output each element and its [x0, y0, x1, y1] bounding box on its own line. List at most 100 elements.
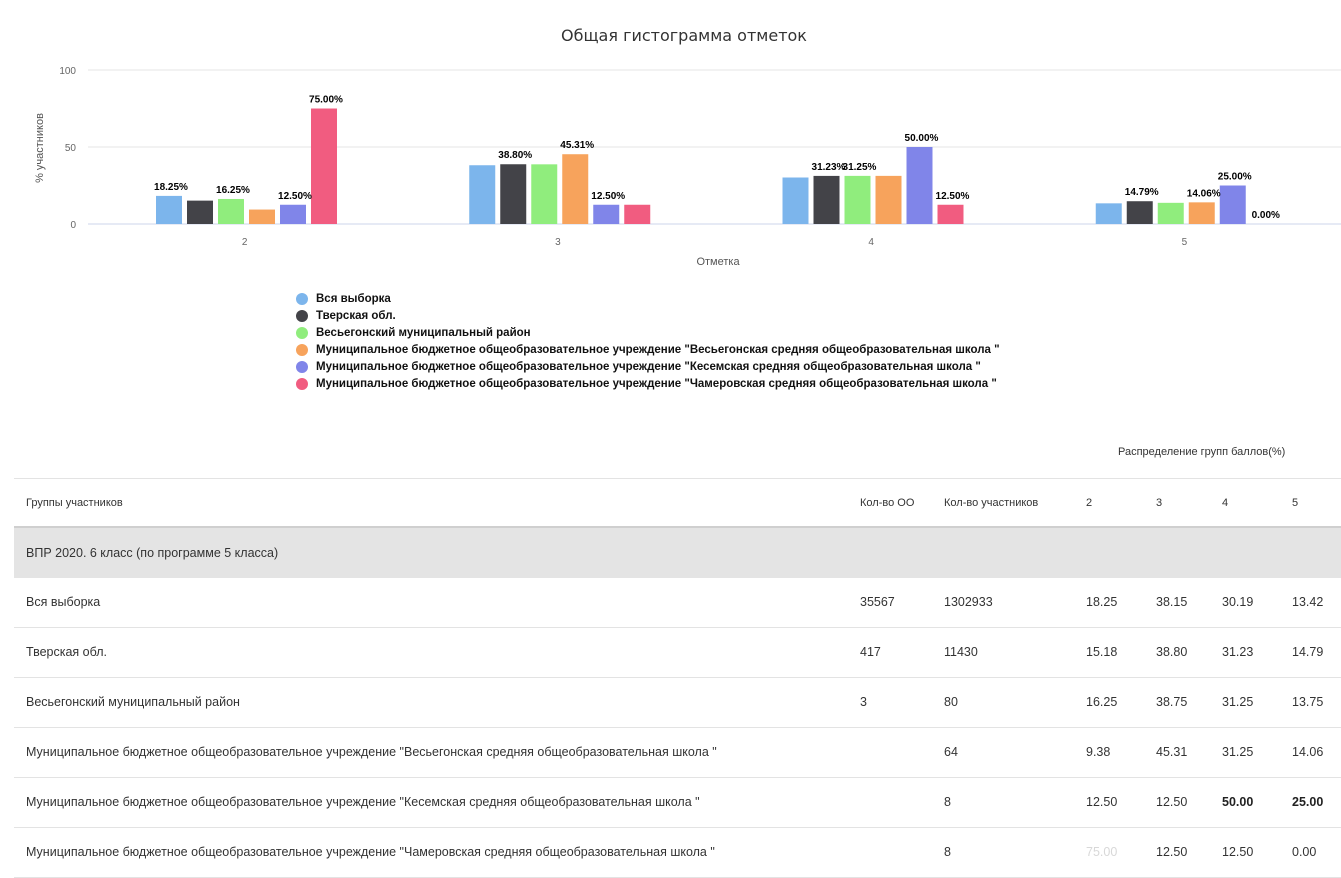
header-grade-2: 2	[1074, 478, 1144, 528]
data-label: 12.50%	[278, 191, 312, 202]
header-oo-count: Кол-во ОО	[848, 478, 932, 528]
legend-dot-icon	[296, 309, 308, 322]
cell-grade-2: 18.25	[1074, 578, 1144, 628]
table-row: Муниципальное бюджетное общеобразователь…	[14, 827, 1341, 878]
x-tick-label: 2	[242, 237, 248, 248]
table-header-row: Группы участников Кол-во ОО Кол-во участ…	[14, 478, 1341, 528]
cell-grade-2: 75.00	[1074, 827, 1144, 878]
cell-grade-4: 30.19	[1210, 578, 1280, 628]
data-label: 12.50%	[591, 191, 625, 202]
cell-grade-2: 12.50	[1074, 777, 1144, 828]
bar[interactable]	[218, 198, 244, 224]
chart-legend: Вся выборка Тверская обл. Весьегонский м…	[296, 290, 1000, 392]
bar[interactable]	[531, 164, 558, 224]
cell-grade-5: 13.75	[1280, 677, 1341, 728]
row-name: Тверская обл.	[14, 627, 848, 678]
cell-grade-4: 31.25	[1210, 677, 1280, 728]
histogram-chart: Общая гистограмма отметок 0 50 100 18.25% 1…	[34, 26, 1341, 268]
y-tick-label: 50	[65, 143, 77, 154]
legend-item[interactable]: Муниципальное бюджетное общеобразователь…	[296, 341, 1000, 358]
header-participants-count: Кол-во участников	[932, 478, 1074, 528]
legend-item[interactable]: Муниципальное бюджетное общеобразователь…	[296, 358, 1000, 375]
cell-grade-3: 38.80	[1144, 627, 1210, 678]
data-label: 18.25%	[154, 182, 188, 193]
legend-item[interactable]: Муниципальное бюджетное общеобразователь…	[296, 375, 1000, 392]
row-name: Муниципальное бюджетное общеобразователь…	[14, 727, 848, 778]
cell-oo-count	[848, 727, 932, 778]
legend-label: Муниципальное бюджетное общеобразователь…	[316, 343, 1000, 356]
cell-oo-count: 417	[848, 627, 932, 678]
cell-grade-2: 9.38	[1074, 727, 1144, 778]
cell-participants-count: 11430	[932, 627, 1074, 678]
data-label: 75.00%	[309, 95, 343, 106]
cell-grade-4: 31.25	[1210, 727, 1280, 778]
bar[interactable]	[844, 175, 871, 224]
bar[interactable]	[875, 175, 902, 224]
legend-dot-icon	[296, 292, 308, 305]
bar[interactable]	[187, 200, 213, 224]
row-name: Весьегонский муниципальный район	[14, 677, 848, 728]
legend-item[interactable]: Весьегонский муниципальный район	[296, 324, 1000, 341]
bar[interactable]	[469, 165, 496, 224]
bar[interactable]	[1126, 201, 1153, 224]
bar[interactable]	[562, 154, 589, 224]
header-grade-4: 4	[1210, 478, 1280, 528]
row-name: Муниципальное бюджетное общеобразователь…	[14, 827, 848, 878]
legend-dot-icon	[296, 343, 308, 356]
x-tick-label: 5	[1182, 237, 1188, 248]
legend-item[interactable]: Вся выборка	[296, 290, 1000, 307]
data-label: 50.00%	[905, 133, 939, 144]
cell-grade-5: 25.00	[1280, 777, 1341, 828]
bar[interactable]	[156, 195, 182, 224]
section-row: ВПР 2020. 6 класс (по программе 5 класса…	[14, 527, 1341, 578]
cell-grade-2: 15.18	[1074, 627, 1144, 678]
legend-label: Муниципальное бюджетное общеобразователь…	[316, 377, 997, 390]
bar[interactable]	[1219, 185, 1246, 225]
bar[interactable]	[1095, 203, 1122, 224]
cell-participants-count: 1302933	[932, 578, 1074, 628]
y-tick-label: 0	[70, 220, 76, 231]
data-label: 16.25%	[216, 185, 250, 196]
cell-grade-4: 31.23	[1210, 627, 1280, 678]
x-axis-title: Отметка	[696, 256, 740, 268]
bar[interactable]	[280, 204, 306, 224]
bar[interactable]	[1188, 202, 1215, 224]
bar[interactable]	[813, 175, 840, 224]
cell-participants-count: 80	[932, 677, 1074, 728]
cell-grade-4: 50.00	[1210, 777, 1280, 828]
legend-label: Муниципальное бюджетное общеобразователь…	[316, 360, 981, 373]
bar[interactable]	[906, 147, 933, 224]
data-label: 12.50%	[936, 191, 970, 202]
legend-dot-icon	[296, 326, 308, 339]
cell-oo-count	[848, 827, 932, 878]
bar[interactable]	[249, 209, 275, 224]
legend-item[interactable]: Тверская обл.	[296, 307, 1000, 324]
table-row: Весьегонский муниципальный район 3 80 16…	[14, 677, 1341, 728]
header-groups: Группы участников	[14, 478, 848, 528]
bar[interactable]	[624, 204, 651, 224]
bar[interactable]	[593, 204, 620, 224]
report-page: Общая гистограмма отметок 0 50 100 18.25% 1…	[0, 0, 1341, 878]
cell-grade-5: 14.79	[1280, 627, 1341, 678]
bar[interactable]	[311, 108, 337, 225]
cell-grade-5: 13.42	[1280, 578, 1341, 628]
data-label: 31.23%	[812, 162, 846, 173]
chart-bars	[156, 108, 1246, 225]
table-row: Вся выборка 35567 1302933 18.25 38.15 30…	[14, 578, 1341, 628]
legend-label: Весьегонский муниципальный район	[316, 326, 531, 339]
data-label: 31.25%	[843, 162, 877, 173]
cell-participants-count: 64	[932, 727, 1074, 778]
bar[interactable]	[1157, 202, 1184, 224]
bar[interactable]	[937, 204, 964, 224]
table-row: Тверская обл. 417 11430 15.18 38.80 31.2…	[14, 627, 1341, 678]
header-grade-3: 3	[1144, 478, 1210, 528]
cell-grade-4: 12.50	[1210, 827, 1280, 878]
bar[interactable]	[500, 164, 527, 224]
data-label: 14.06%	[1187, 188, 1221, 199]
y-axis-title: % участников	[34, 113, 46, 183]
cell-participants-count: 8	[932, 777, 1074, 828]
bar[interactable]	[782, 177, 809, 224]
y-axis-ticks: 0 50 100	[59, 66, 76, 231]
cell-grade-5: 0.00	[1280, 827, 1341, 878]
x-tick-label: 4	[868, 237, 874, 248]
